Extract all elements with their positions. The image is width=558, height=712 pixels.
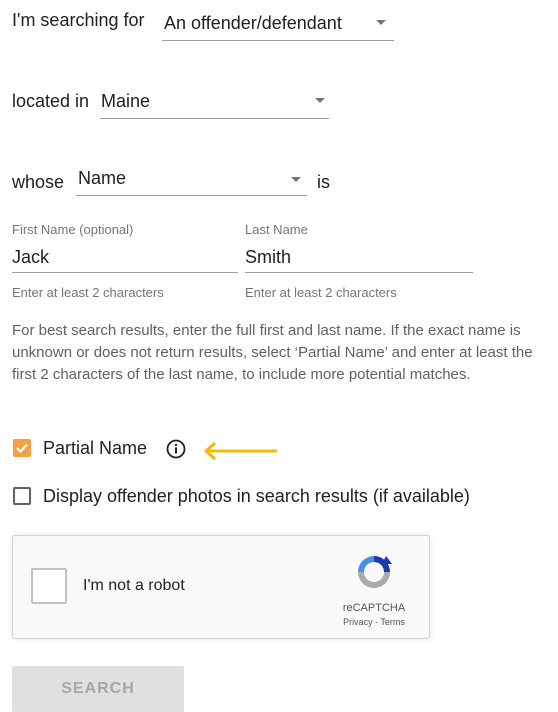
terms-link[interactable]: Terms bbox=[380, 617, 405, 627]
info-icon[interactable] bbox=[165, 438, 187, 460]
criteria-suffix: is bbox=[317, 172, 330, 192]
first-name-hint: Enter at least 2 characters bbox=[12, 285, 164, 300]
help-text: For best search results, enter the full … bbox=[12, 322, 533, 383]
search-for-label: I'm searching for bbox=[12, 10, 145, 30]
recaptcha-label: I'm not a robot bbox=[83, 577, 185, 594]
criteria-value: Name bbox=[78, 168, 127, 188]
recaptcha-logo-icon bbox=[358, 556, 392, 588]
search-for-value: An offender/defendant bbox=[164, 13, 342, 33]
display-photos-label[interactable]: Display offender photos in search result… bbox=[43, 486, 470, 507]
chevron-down-icon bbox=[376, 20, 386, 25]
criteria-select[interactable]: Name bbox=[76, 166, 307, 196]
privacy-link[interactable]: Privacy bbox=[343, 617, 373, 627]
first-name-field[interactable]: Jack bbox=[12, 242, 238, 273]
chevron-down-icon bbox=[291, 177, 301, 182]
last-name-field[interactable]: Smith bbox=[245, 242, 473, 273]
location-label: located in bbox=[12, 91, 90, 111]
recaptcha-checkbox[interactable] bbox=[31, 568, 67, 604]
arrow-left-icon bbox=[204, 441, 277, 461]
location-select[interactable]: Maine bbox=[100, 86, 329, 119]
last-name-hint: Enter at least 2 characters bbox=[245, 285, 397, 300]
criteria-label: whose bbox=[12, 172, 65, 192]
search-button[interactable]: SEARCH bbox=[12, 666, 184, 712]
recaptcha-brand: reCAPTCHA bbox=[342, 602, 406, 614]
first-name-value: Jack bbox=[12, 247, 50, 267]
last-name-label: Last Name bbox=[245, 222, 308, 237]
search-for-select[interactable]: An offender/defendant bbox=[162, 6, 394, 41]
display-photos-checkbox[interactable] bbox=[13, 487, 31, 505]
last-name-value: Smith bbox=[245, 247, 292, 267]
recaptcha-widget: I'm not a robot reCAPTCHA Privacy - Term… bbox=[12, 535, 430, 639]
first-name-label: First Name (optional) bbox=[12, 222, 134, 237]
recaptcha-links: Privacy - Terms bbox=[331, 617, 417, 627]
partial-name-checkbox[interactable] bbox=[13, 439, 31, 457]
checkmark-icon bbox=[16, 443, 28, 454]
location-value: Maine bbox=[101, 91, 151, 111]
chevron-down-icon bbox=[315, 98, 325, 103]
partial-name-label[interactable]: Partial Name bbox=[43, 438, 147, 459]
